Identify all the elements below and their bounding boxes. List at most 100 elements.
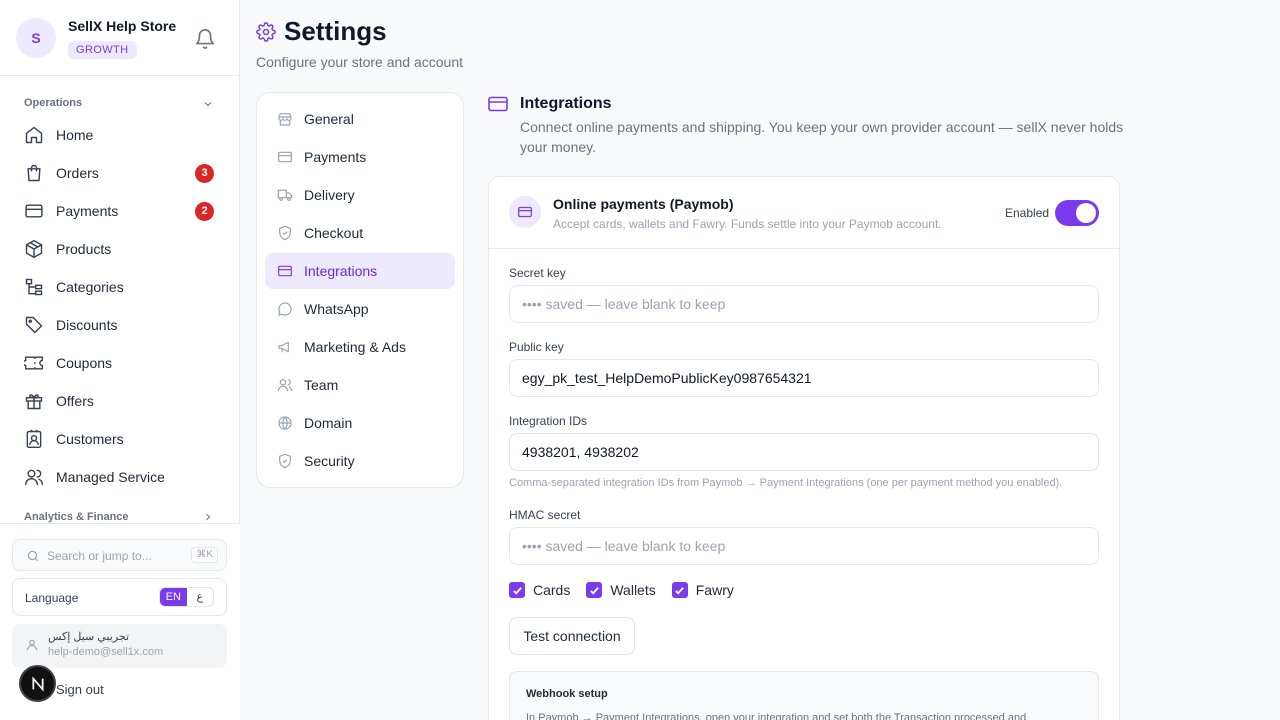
sign-out-button[interactable]: Sign out	[56, 682, 104, 697]
integration-ids-field[interactable]	[509, 433, 1099, 471]
sidebar-item-label: Discounts	[56, 317, 118, 333]
sidebar-item-customers[interactable]: Customers	[12, 421, 228, 457]
plan-badge: GROWTH	[68, 41, 137, 59]
public-key-label: Public key	[509, 340, 564, 354]
card-icon	[277, 149, 293, 165]
public-key-field[interactable]	[509, 359, 1099, 397]
user-card[interactable]: تجريبي سيل إكس help-demo@sell1x.com	[12, 624, 227, 668]
sidebar-item-label: Coupons	[56, 355, 113, 371]
analytics-group-label[interactable]: Analytics & Finance	[24, 511, 129, 523]
user-name: تجريبي سيل إكس	[48, 631, 130, 643]
orders-count-badge: 3	[195, 164, 214, 183]
sidebar-item-orders[interactable]: Orders 3	[12, 155, 228, 191]
integration-ids-label: Integration IDs	[509, 414, 588, 428]
operations-group-label[interactable]: Operations	[24, 97, 82, 109]
fawry-checkbox[interactable]: Fawry	[671, 582, 734, 598]
settings-nav-domain[interactable]: Domain	[265, 405, 455, 441]
language-switcher: Language EN ع	[12, 578, 227, 616]
settings-nav-label: Delivery	[304, 187, 355, 203]
enabled-toggle[interactable]	[1055, 200, 1099, 226]
cards-checkbox[interactable]: Cards	[509, 582, 570, 598]
sidebar: S SellX Help Store GROWTH Operations Hom…	[0, 0, 240, 720]
sidebar-item-home[interactable]: Home	[12, 117, 228, 153]
settings-nav-checkout[interactable]: Checkout	[265, 215, 455, 251]
secret-key-label: Secret key	[509, 266, 566, 280]
test-connection-button[interactable]: Test connection	[509, 617, 635, 655]
store-avatar[interactable]: S	[16, 18, 56, 58]
shield-icon	[277, 453, 293, 469]
settings-nav-payments[interactable]: Payments	[265, 139, 455, 175]
users-icon	[277, 377, 293, 393]
chevron-down-icon[interactable]	[202, 98, 214, 110]
gift-icon	[24, 391, 44, 411]
settings-nav-integrations[interactable]: Integrations	[265, 253, 455, 289]
shield-check-icon	[277, 225, 293, 241]
sidebar-item-label: Products	[56, 241, 112, 257]
settings-nav-whatsapp[interactable]: WhatsApp	[265, 291, 455, 327]
settings-nav-label: Payments	[304, 149, 367, 165]
sidebar-item-label: Orders	[56, 165, 99, 181]
settings-nav-label: Checkout	[304, 225, 364, 241]
checkbox-label: Fawry	[695, 582, 734, 598]
contact-icon	[24, 429, 44, 449]
bell-icon[interactable]	[194, 28, 216, 50]
wallets-checkbox[interactable]: Wallets	[586, 582, 656, 598]
secret-key-field[interactable]	[509, 285, 1099, 323]
toggle-knob	[1076, 203, 1096, 223]
lang-en-button[interactable]: EN	[160, 588, 187, 606]
sidebar-item-label: Payments	[56, 203, 119, 219]
store-name[interactable]: SellX Help Store	[68, 18, 176, 34]
checkbox-checked[interactable]	[671, 582, 688, 598]
page-title: Settings	[284, 16, 387, 46]
checkbox-label: Wallets	[610, 582, 656, 598]
megaphone-icon	[277, 339, 293, 355]
payment-methods: Cards Wallets Fawry	[509, 582, 750, 598]
check-icon	[512, 586, 522, 595]
settings-nav-team[interactable]: Team	[265, 367, 455, 403]
section-description: Connect online payments and shipping. Yo…	[520, 119, 1124, 155]
checkbox-checked[interactable]	[509, 582, 525, 598]
sidebar-item-products[interactable]: Products	[12, 231, 228, 267]
settings-nav-label: WhatsApp	[304, 301, 369, 317]
card-icon	[488, 96, 508, 112]
sidebar-item-offers[interactable]: Offers	[12, 383, 228, 419]
settings-nav-label: Integrations	[304, 263, 378, 279]
assistant-button[interactable]	[19, 665, 56, 702]
home-icon	[24, 125, 44, 145]
hmac-secret-field[interactable]	[509, 527, 1099, 565]
checkbox-checked[interactable]	[586, 582, 603, 598]
chat-icon	[277, 301, 293, 317]
chevron-right-icon[interactable]	[202, 511, 214, 523]
sidebar-item-label: Customers	[56, 431, 124, 447]
sidebar-item-label: Categories	[56, 279, 124, 295]
settings-nav-delivery[interactable]: Delivery	[265, 177, 455, 213]
search-placeholder: Search or jump to...	[47, 549, 152, 563]
sidebar-item-label: Managed Service	[56, 469, 165, 485]
settings-nav-general[interactable]: General	[265, 101, 455, 137]
search-input[interactable]: Search or jump to... ⌘K	[12, 539, 227, 571]
page-subtitle: Configure your store and account	[256, 54, 464, 70]
section-title: Integrations	[520, 95, 612, 112]
sidebar-item-label: Home	[56, 127, 94, 143]
n-logo-icon	[31, 675, 44, 692]
lang-ar-button[interactable]: ع	[187, 588, 214, 606]
settings-nav-marketing[interactable]: Marketing & Ads	[265, 329, 455, 365]
paymob-subtitle: Accept cards, wallets and Fawry. Funds s…	[553, 217, 942, 231]
integration-ids-help: Comma-separated integration IDs from Pay…	[509, 477, 1063, 489]
card-icon	[518, 206, 532, 218]
sidebar-item-managed-service[interactable]: Managed Service	[12, 459, 228, 495]
settings-nav-label: General	[304, 111, 354, 127]
settings-nav-security[interactable]: Security	[265, 443, 455, 479]
sidebar-item-payments[interactable]: Payments 2	[12, 193, 228, 229]
sidebar-item-discounts[interactable]: Discounts	[12, 307, 228, 343]
webhook-setup-box: Webhook setup In Paymob → Payment Integr…	[509, 671, 1099, 720]
card-icon	[24, 201, 44, 221]
checkbox-label: Cards	[533, 582, 571, 598]
payments-count-badge: 2	[195, 202, 214, 221]
page-header: Settings	[256, 16, 387, 47]
sidebar-item-categories[interactable]: Categories	[12, 269, 228, 305]
tag-icon	[24, 315, 44, 335]
sidebar-item-coupons[interactable]: Coupons	[12, 345, 228, 381]
tree-icon	[24, 277, 44, 297]
box-icon	[24, 239, 44, 259]
